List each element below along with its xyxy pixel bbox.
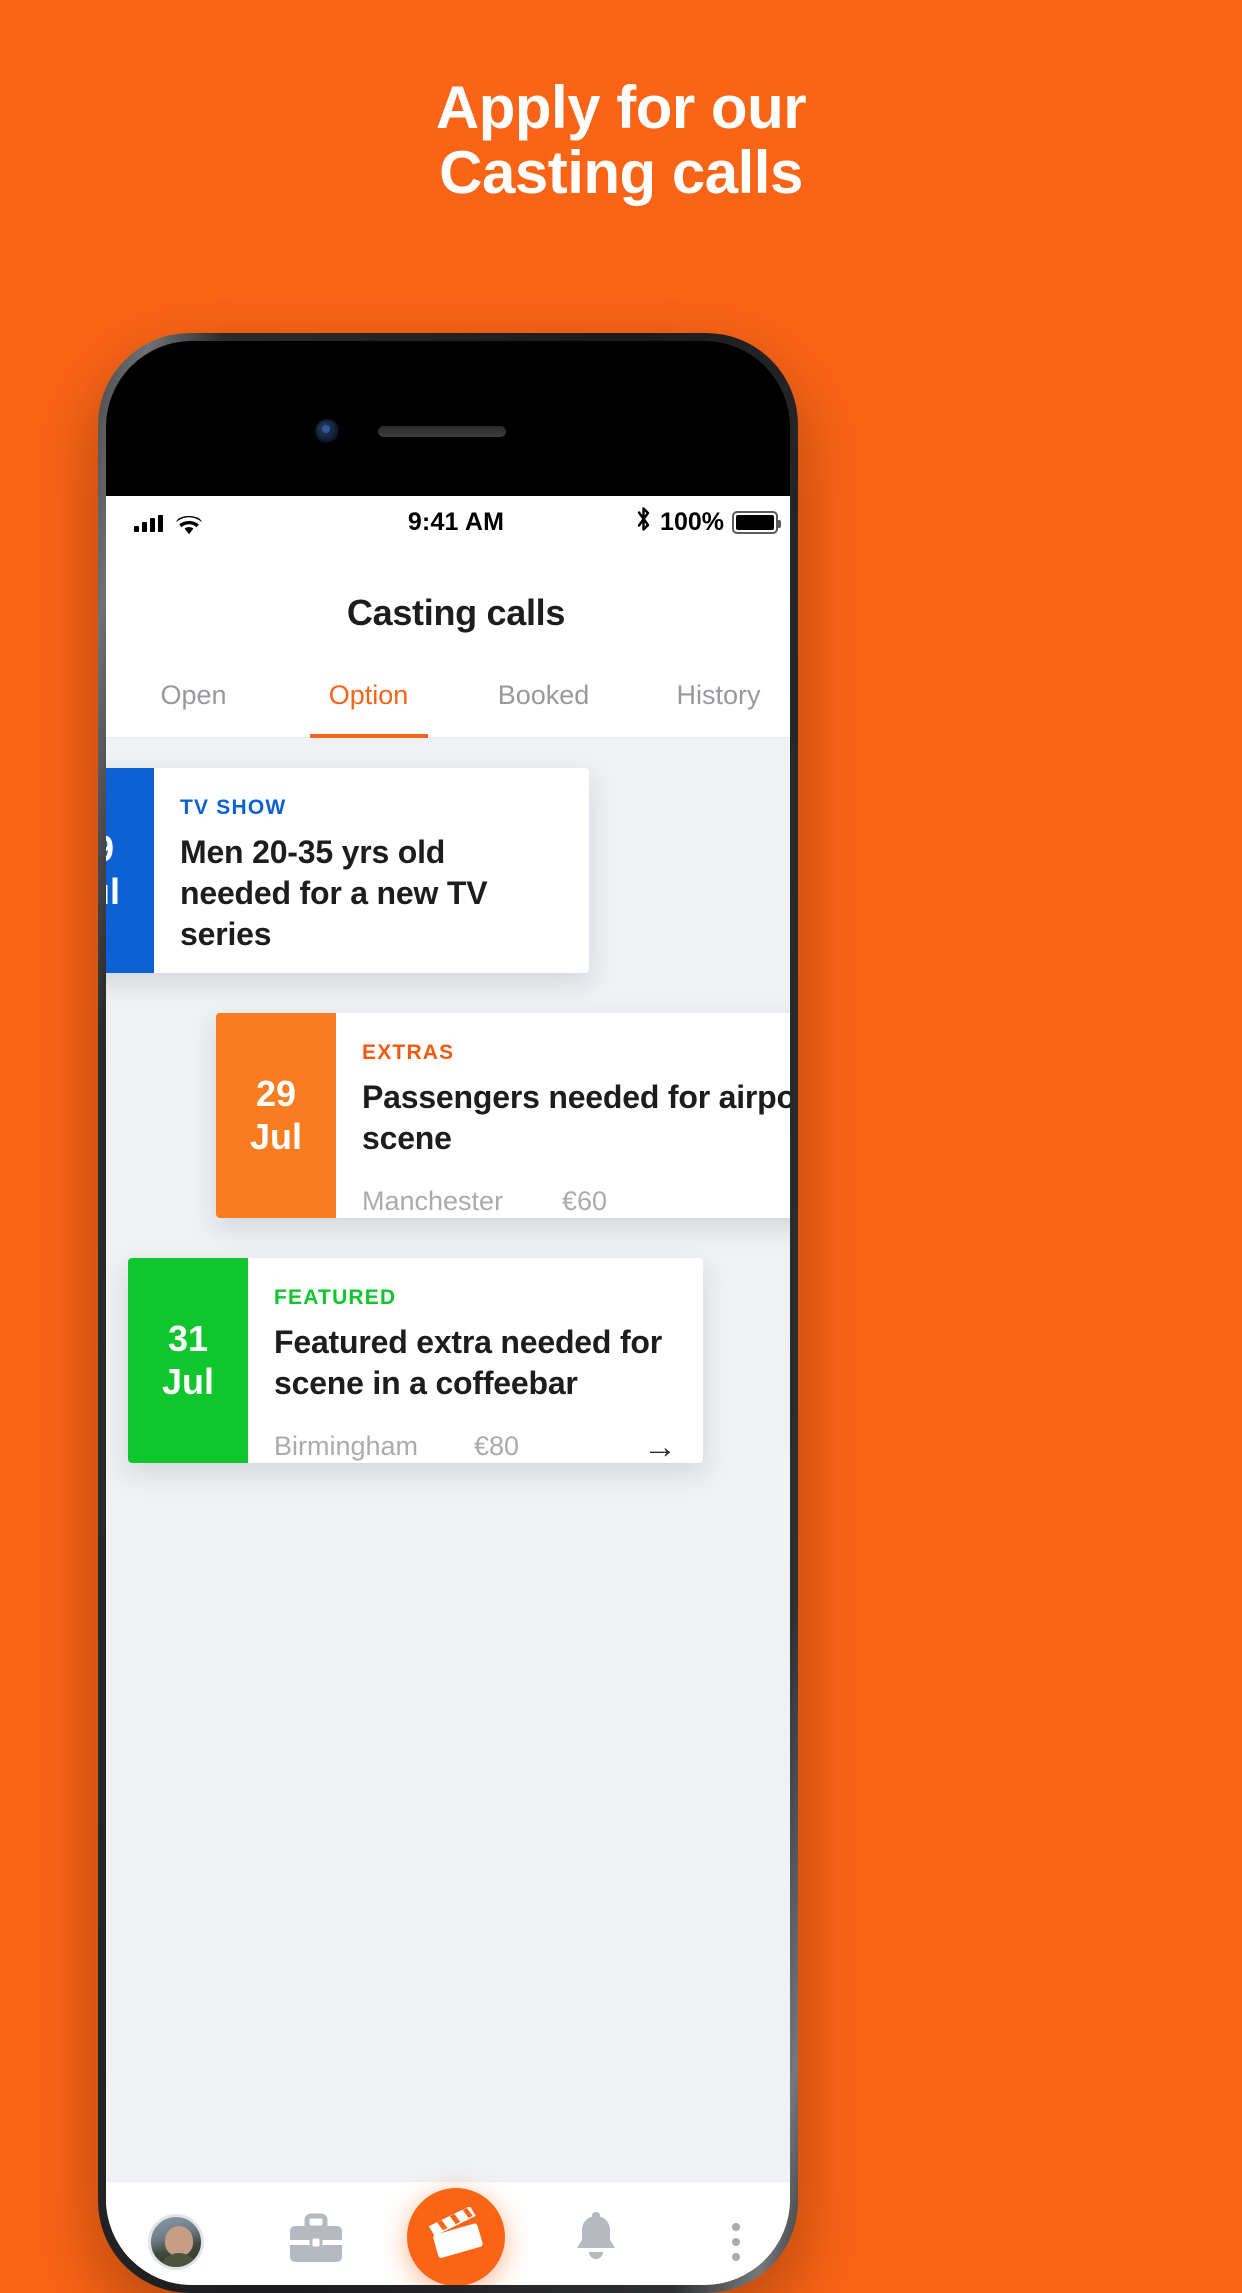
card-fee: €80 [474,1431,520,1462]
card-date-day: 29 [255,1073,297,1115]
promo-headline: Apply for our Casting calls [0,74,1242,206]
avatar-profile-icon [148,2213,204,2270]
card-title: Featured extra needed for scene in a cof… [274,1324,663,1401]
casting-call-card[interactable]: 29 Jul TV SHOW Men 20-35 yrs old needed … [106,768,589,973]
card-fee: €60 [562,1186,608,1217]
card-title: Passengers needed for airport scene [362,1079,790,1156]
nav-more[interactable] [666,2222,790,2261]
fab-button[interactable] [407,2187,505,2285]
card-body: FEATURED Featured extra needed for scene… [248,1258,703,1463]
card-footer: Birmingham €80 → [274,1404,677,1463]
phone-body: 9:41 AM 100% Casting calls Open Option B… [106,341,790,2285]
card-city: Manchester [362,1186,504,1217]
card-category-label: FEATURED [274,1286,397,1309]
tab-booked[interactable]: Booked [456,680,631,737]
status-bar: 9:41 AM 100% [106,496,790,548]
nav-casting-calls-fab[interactable] [386,2187,526,2285]
card-body: EXTRAS Passengers needed for airport sce… [336,1013,790,1218]
tab-bar: Open Option Booked History [106,680,790,738]
card-footer: Manchester €60 → [362,1159,790,1218]
phone-mockup: 9:41 AM 100% Casting calls Open Option B… [98,333,798,2293]
arrow-right-icon[interactable]: → [643,1430,677,1463]
tab-open[interactable]: Open [106,680,281,737]
nav-notifications[interactable] [526,2212,666,2271]
card-category-label: TV SHOW [180,796,287,819]
phone-screen: 9:41 AM 100% Casting calls Open Option B… [106,496,790,2285]
status-bar-time: 9:41 AM [407,507,505,536]
headline-line-1: Apply for our [435,74,807,141]
card-body: TV SHOW Men 20-35 yrs old needed for a n… [154,768,589,973]
card-footer: London €50 → [180,955,563,973]
card-title: Men 20-35 yrs old needed for a new TV se… [180,834,488,952]
page-title: Casting calls [346,592,566,633]
kebab-menu-icon [732,2222,740,2261]
bell-icon [571,2212,621,2271]
card-date-month: Jul [161,1360,214,1402]
casting-call-list: 29 Jul TV SHOW Men 20-35 yrs old needed … [106,738,790,2258]
tab-option[interactable]: Option [281,680,456,737]
nav-profile[interactable] [106,2213,246,2270]
card-date-block: 31 Jul [128,1258,248,1463]
battery-full-icon [732,510,781,534]
card-date-block: 29 Jul [106,768,154,973]
clapperboard-icon [427,2206,485,2266]
front-camera-icon [315,419,339,443]
casting-call-card[interactable]: 31 Jul FEATURED Featured extra needed fo… [128,1258,703,1463]
casting-call-card[interactable]: 29 Jul EXTRAS Passengers needed for airp… [216,1013,790,1218]
bottom-navigation-bar [106,2181,790,2285]
card-city: Birmingham [274,1431,419,1462]
card-date-block: 29 Jul [216,1013,336,1218]
briefcase-icon [287,2213,345,2270]
tab-history[interactable]: History [631,680,790,737]
headline-line-2: Casting calls [439,138,803,206]
card-date-month: Jul [249,1115,302,1157]
nav-jobs[interactable] [246,2213,386,2270]
card-date-month: Jul [106,870,120,912]
card-category-label: EXTRAS [362,1041,455,1064]
card-date-day: 29 [106,828,114,870]
earpiece-speaker [378,426,506,437]
card-date-day: 31 [167,1318,209,1360]
